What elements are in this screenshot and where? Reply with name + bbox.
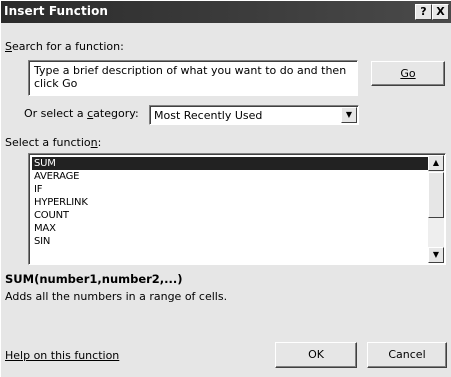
search-input[interactable]: Type a brief description of what you wan… [28,60,358,96]
search-label-text: earch for a function: [11,40,124,53]
category-label: Or select a category: [24,107,139,120]
category-label-pre: Or select a [24,107,88,120]
function-list-label-pre: Select a functio [5,136,91,149]
chevron-down-icon[interactable]: ▼ [341,107,357,123]
search-input-text: Type a brief description of what you wan… [34,64,347,90]
go-button[interactable]: Go [371,61,445,86]
list-item[interactable]: MAX [32,222,428,235]
dialog-title: Insert Function [4,4,109,18]
list-item[interactable]: COUNT [32,209,428,222]
category-select[interactable]: Most Recently Used ▼ [149,105,359,125]
arrow-down-icon[interactable]: ▼ [428,247,444,263]
help-on-function-link[interactable]: Help on this function [5,349,119,362]
function-list-label-accesskey: n [90,136,98,149]
function-description: Adds all the numbers in a range of cells… [5,290,228,303]
list-scrollbar[interactable]: ▲ ▼ [428,155,444,263]
ok-button[interactable]: OK [275,342,357,368]
category-label-post: ategory: [93,107,139,120]
function-list-label: Select a function: [5,136,101,149]
function-list-items: SUM AVERAGE IF HYPERLINK COUNT MAX SIN [32,157,428,248]
list-item[interactable]: SUM [32,157,428,170]
list-item[interactable]: SIN [32,235,428,248]
function-list-label-post: : [97,136,102,149]
category-selected-value: Most Recently Used [154,109,263,122]
list-item[interactable]: AVERAGE [32,170,428,183]
list-item[interactable]: IF [32,183,428,196]
function-list[interactable]: SUM AVERAGE IF HYPERLINK COUNT MAX SIN ▲… [28,153,446,265]
scrollbar-thumb[interactable] [428,172,444,218]
close-button[interactable]: X [432,4,449,20]
title-bar[interactable]: Insert Function ? X [1,1,451,23]
cancel-button[interactable]: Cancel [367,342,447,368]
go-button-label: Go [400,67,416,80]
search-label-accesskey: S [5,40,12,53]
list-item[interactable]: HYPERLINK [32,196,428,209]
arrow-up-icon[interactable]: ▲ [428,155,444,171]
insert-function-dialog: Insert Function ? X Search for a functio… [0,0,451,377]
help-button[interactable]: ? [415,4,432,20]
function-signature: SUM(number1,number2,...) [5,272,183,286]
search-label: Search for a function: [5,40,124,53]
